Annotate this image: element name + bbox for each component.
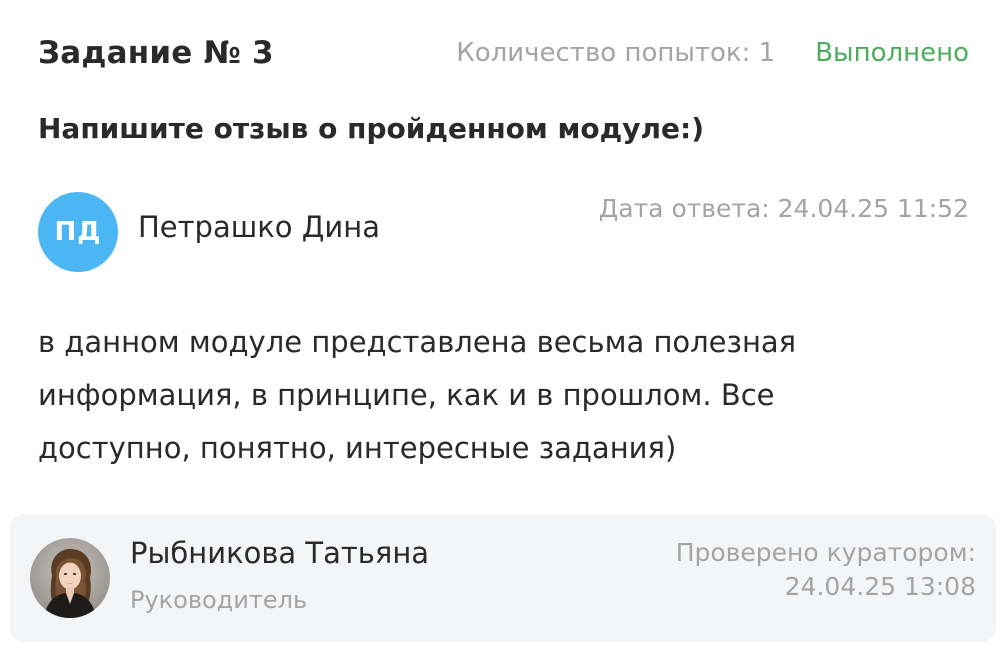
checked-info: Проверено куратором: 24.04.25 13:08 <box>676 536 976 604</box>
avatar-initials: ПД <box>54 217 102 247</box>
answer-date: Дата ответа: 24.04.25 11:52 <box>598 194 969 223</box>
task-header: Задание № 3 Количество попыток: 1 Выполн… <box>38 30 969 76</box>
answer-author: ПД Петрашко Дина Дата ответа: 24.04.25 1… <box>38 192 969 272</box>
curator-avatar[interactable] <box>30 538 110 618</box>
answer-text: в данном модуле представлена весьма поле… <box>38 316 938 475</box>
user-photo-icon <box>30 538 110 618</box>
answer-text-line: доступно, понятно, интересные задания) <box>38 431 677 465</box>
avatar[interactable]: ПД <box>38 192 118 272</box>
checked-date: 24.04.25 13:08 <box>784 572 976 601</box>
answer-text-line: информация, в принципе, как и в прошлом.… <box>38 378 775 412</box>
task-question: Напишите отзыв о пройденном модуле:) <box>38 112 705 145</box>
task-title: Задание № 3 <box>38 35 274 71</box>
author-name[interactable]: Петрашко Дина <box>138 210 380 244</box>
task-meta: Количество попыток: 1 Выполнено <box>456 38 969 68</box>
curator-name[interactable]: Рыбникова Татьяна <box>130 536 429 570</box>
status-badge: Выполнено <box>815 38 969 68</box>
attempts-count: Количество попыток: 1 <box>456 38 776 68</box>
curator-card: Рыбникова Татьяна Руководитель Проверено… <box>10 514 996 642</box>
checked-label: Проверено куратором: <box>675 538 976 567</box>
curator-role: Руководитель <box>130 586 308 614</box>
answer-text-line: в данном модуле представлена весьма поле… <box>38 325 797 359</box>
